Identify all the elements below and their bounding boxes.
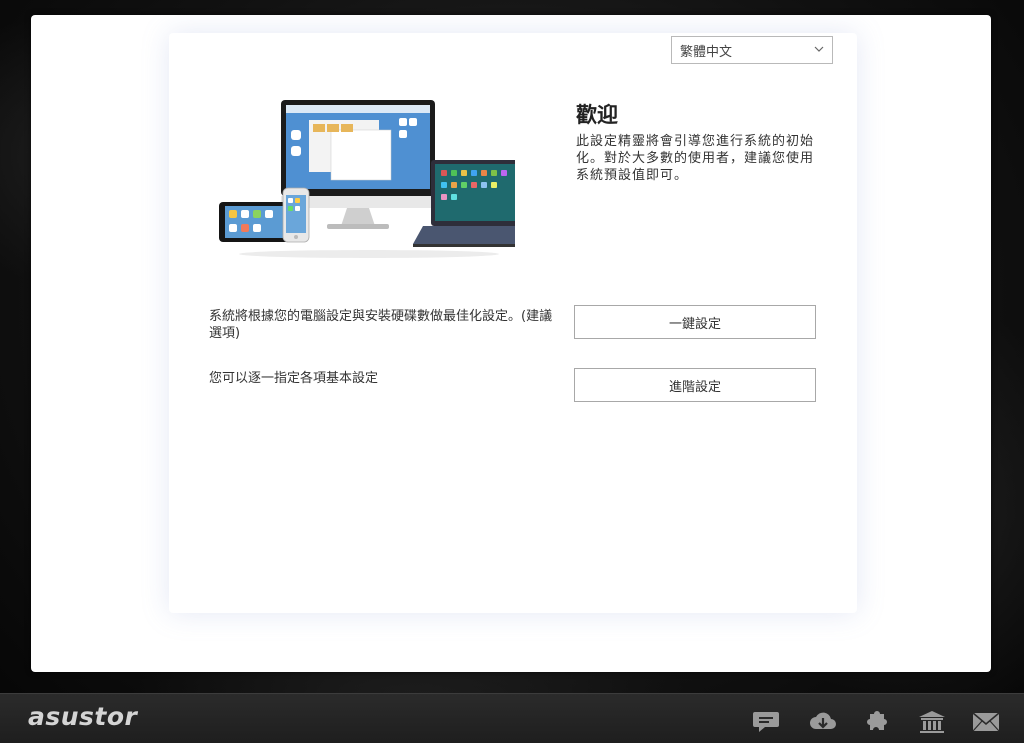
one-click-setup-description: 系統將根據您的電腦設定與安裝硬碟數做最佳化設定。(建議選項) [209,309,553,341]
plugin-icon[interactable] [862,709,892,735]
setup-wizard-window: 繁體中文 歡迎 此設定精靈將會引導您進行系統的初始化。對於大多數的使用者，建議您… [31,15,991,672]
welcome-description: 此設定精靈將會引導您進行系統的初始化。對於大多數的使用者，建議您使用系統預設值即… [576,134,815,183]
taskbar: asustor [0,693,1024,743]
asustor-logo: asustor [28,702,138,731]
language-select-value: 繁體中文 [680,44,733,60]
cloud-download-icon[interactable] [808,709,838,735]
devices-illustration [219,100,515,258]
welcome-title: 歡迎 [576,103,618,127]
one-click-setup-button[interactable]: 一鍵設定 [574,305,816,339]
chat-icon[interactable] [753,709,783,735]
chevron-down-icon [814,46,824,52]
language-select[interactable]: 繁體中文 [671,36,833,64]
advanced-setup-description: 您可以逐一指定各項基本設定 [209,371,379,386]
advanced-setup-button[interactable]: 進階設定 [574,368,816,402]
mail-icon[interactable] [971,709,1001,735]
bank-icon[interactable] [917,709,947,735]
